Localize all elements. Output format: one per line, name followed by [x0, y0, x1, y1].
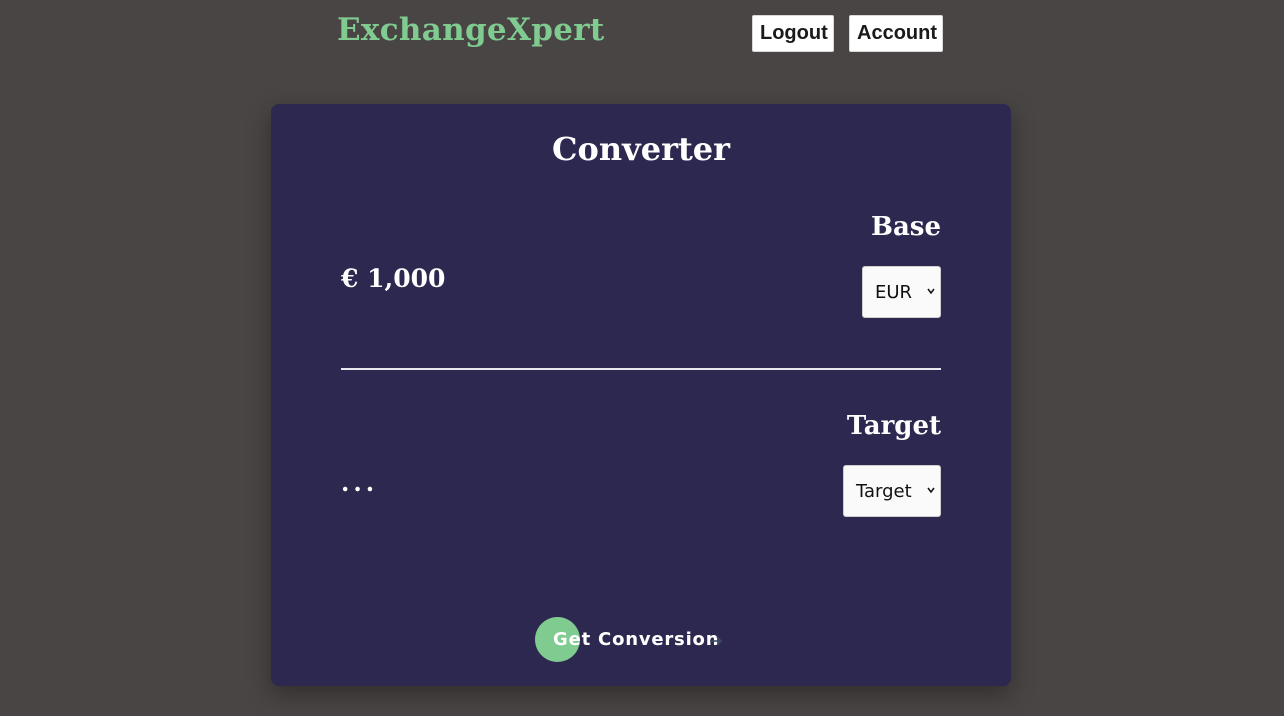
- converter-card: Converter Base € 1,000 EUR Target ... Ta…: [271, 104, 1011, 686]
- logout-button[interactable]: Logout: [752, 15, 834, 52]
- page-title: Converter: [552, 130, 730, 168]
- base-currency-value: EUR: [875, 281, 913, 303]
- get-conversion-button[interactable]: Get Conversion: [535, 617, 735, 663]
- target-currency-value: Target: [856, 480, 912, 502]
- brand-logo[interactable]: ExchangeXpert: [337, 12, 605, 48]
- target-result: ...: [341, 468, 379, 497]
- get-conversion-label: Get Conversion: [553, 629, 720, 650]
- base-amount: € 1,000: [341, 264, 446, 293]
- arrow-right-icon: [710, 636, 723, 646]
- base-label: Base: [870, 212, 941, 242]
- target-currency-select[interactable]: Target: [843, 465, 941, 517]
- base-currency-select[interactable]: EUR: [862, 266, 941, 318]
- target-label: Target: [846, 411, 941, 441]
- section-divider: [341, 368, 941, 370]
- chevron-down-icon: [927, 487, 935, 494]
- account-button[interactable]: Account: [849, 15, 943, 52]
- chevron-down-icon: [927, 288, 935, 295]
